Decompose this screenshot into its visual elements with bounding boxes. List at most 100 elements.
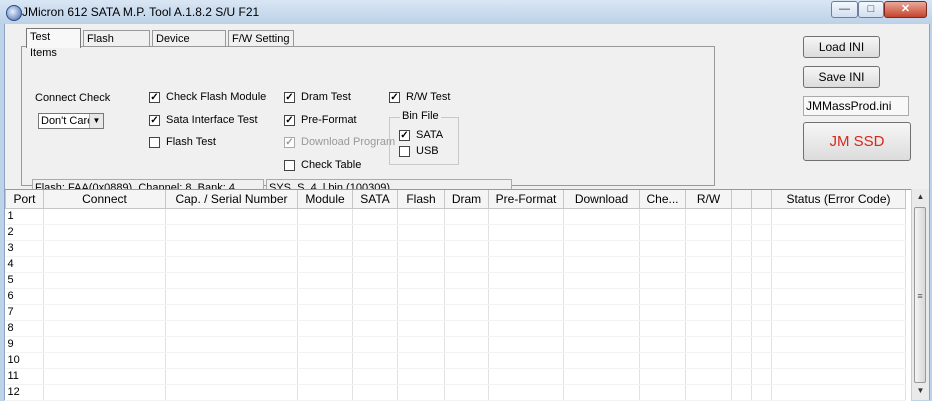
table-cell: [165, 240, 298, 257]
checkbox-box[interactable]: ✓: [149, 91, 160, 103]
column-header[interactable]: [751, 190, 772, 209]
table-cell: [771, 368, 906, 385]
port-number-cell: 9: [5, 336, 44, 353]
tab-device-setting[interactable]: Device Setting: [152, 30, 226, 61]
port-number-cell: 10: [5, 352, 44, 369]
column-header[interactable]: Download: [563, 190, 640, 209]
checkbox-box[interactable]: ✓: [399, 129, 410, 141]
flash-test-checkbox[interactable]: Flash Test: [149, 136, 216, 148]
table-cell: [397, 288, 445, 305]
checkbox-box[interactable]: ✓: [149, 114, 160, 126]
connect-check-select[interactable]: Don't Care ▼: [38, 113, 104, 129]
table-cell: [488, 256, 564, 273]
table-cell: [297, 208, 353, 225]
table-cell: [685, 240, 732, 257]
tab-test-items[interactable]: Test Items: [26, 28, 81, 59]
table-cell: [639, 352, 686, 369]
table-row[interactable]: 10: [5, 352, 906, 369]
sata-interface-test-checkbox[interactable]: ✓ Sata Interface Test: [149, 114, 258, 126]
scroll-down-icon[interactable]: ▼: [912, 383, 929, 399]
table-row[interactable]: 9: [5, 336, 906, 353]
table-row[interactable]: 11: [5, 368, 906, 385]
table-row[interactable]: 1: [5, 208, 906, 225]
table-cell: [352, 208, 398, 225]
table-cell: [352, 272, 398, 289]
bin-sata-checkbox[interactable]: ✓ SATA: [399, 129, 443, 141]
column-header[interactable]: Module: [297, 190, 353, 209]
table-row[interactable]: 3: [5, 240, 906, 257]
table-cell: [639, 224, 686, 241]
vertical-scrollbar[interactable]: ▲ ≡ ▼: [911, 189, 929, 400]
table-row[interactable]: 7: [5, 304, 906, 321]
table-row[interactable]: 5: [5, 272, 906, 289]
table-cell: [751, 208, 772, 225]
port-number-cell: 5: [5, 272, 44, 289]
client-area: Test Items Flash Setting Device Setting …: [4, 24, 930, 401]
port-status-grid[interactable]: Port Connect Cap. / Serial Number Module SAT…: [5, 189, 911, 401]
table-row[interactable]: 2: [5, 224, 906, 241]
dram-test-label: Dram Test: [301, 91, 351, 103]
column-header[interactable]: Dram: [444, 190, 489, 209]
scroll-up-icon[interactable]: ▲: [912, 189, 929, 205]
column-header[interactable]: R/W: [685, 190, 732, 209]
port-number-cell: 8: [5, 320, 44, 337]
jm-ssd-button[interactable]: JM SSD: [803, 122, 911, 161]
checkbox-box[interactable]: [284, 159, 295, 171]
pre-format-checkbox[interactable]: ✓ Pre-Format: [284, 114, 357, 126]
table-cell: [731, 256, 752, 273]
table-cell: [352, 240, 398, 257]
table-cell: [488, 224, 564, 241]
table-cell: [771, 224, 906, 241]
column-header[interactable]: Cap. / Serial Number: [165, 190, 298, 209]
table-cell: [297, 320, 353, 337]
tab-flash-setting[interactable]: Flash Setting: [83, 30, 150, 61]
maximize-button[interactable]: □: [858, 1, 884, 18]
column-header[interactable]: SATA: [352, 190, 398, 209]
table-cell: [444, 384, 489, 401]
table-cell: [488, 352, 564, 369]
save-ini-button[interactable]: Save INI: [803, 66, 880, 88]
table-cell: [444, 208, 489, 225]
checkbox-box[interactable]: ✓: [389, 91, 400, 103]
table-row[interactable]: 8: [5, 320, 906, 337]
table-cell: [563, 320, 640, 337]
table-cell: [488, 368, 564, 385]
column-header[interactable]: Connect: [43, 190, 166, 209]
table-cell: [297, 272, 353, 289]
column-header[interactable]: Status (Error Code): [771, 190, 906, 209]
table-cell: [352, 368, 398, 385]
column-header[interactable]: Flash: [397, 190, 445, 209]
checkbox-box[interactable]: ✓: [284, 91, 295, 103]
checkbox-box[interactable]: ✓: [284, 114, 295, 126]
bin-usb-checkbox[interactable]: USB: [399, 145, 439, 157]
table-cell: [43, 224, 166, 241]
check-flash-module-checkbox[interactable]: ✓ Check Flash Module: [149, 91, 266, 103]
table-cell: [639, 368, 686, 385]
table-cell: [352, 336, 398, 353]
table-cell: [731, 288, 752, 305]
checkbox-box: ✓: [284, 136, 295, 148]
minimize-button[interactable]: —: [831, 1, 858, 18]
table-cell: [165, 288, 298, 305]
chevron-down-icon[interactable]: ▼: [89, 114, 103, 128]
column-header[interactable]: Port: [5, 190, 44, 209]
load-ini-button[interactable]: Load INI: [803, 36, 880, 58]
check-table-checkbox[interactable]: Check Table: [284, 159, 361, 171]
dram-test-checkbox[interactable]: ✓ Dram Test: [284, 91, 351, 103]
table-cell: [731, 208, 752, 225]
column-header[interactable]: Pre-Format: [488, 190, 564, 209]
table-cell: [43, 288, 166, 305]
checkbox-box[interactable]: [399, 145, 410, 157]
close-button[interactable]: ✕: [884, 1, 927, 18]
table-row[interactable]: 6: [5, 288, 906, 305]
table-row[interactable]: 4: [5, 256, 906, 273]
scroll-thumb[interactable]: ≡: [914, 207, 926, 383]
column-header[interactable]: Che...: [639, 190, 686, 209]
column-header[interactable]: [731, 190, 752, 209]
checkbox-box[interactable]: [149, 136, 160, 148]
table-cell: [731, 240, 752, 257]
table-row[interactable]: 12: [5, 384, 906, 401]
tab-fw-setting[interactable]: F/W Setting: [228, 30, 294, 47]
title-bar[interactable]: JMicron 612 SATA M.P. Tool A.1.8.2 S/U F…: [0, 0, 932, 24]
rw-test-checkbox[interactable]: ✓ R/W Test: [389, 91, 450, 103]
